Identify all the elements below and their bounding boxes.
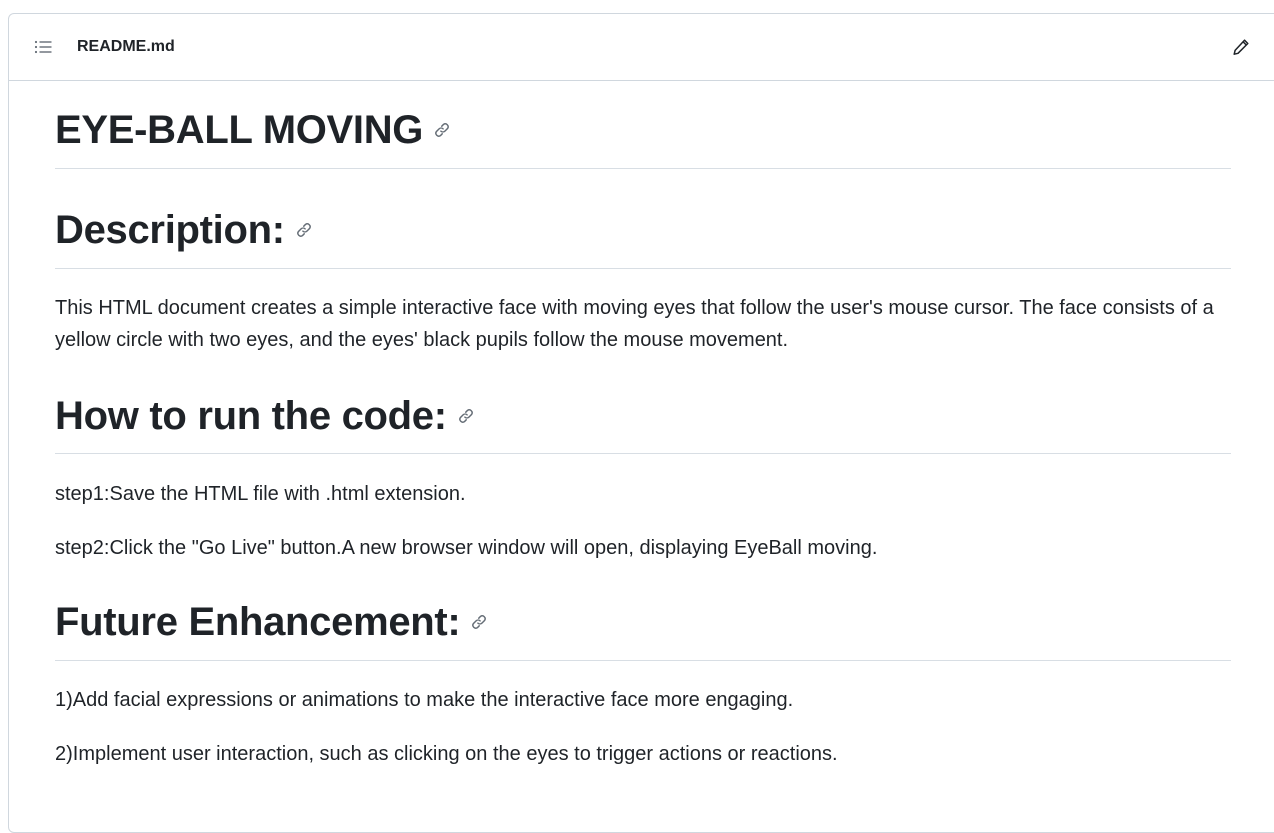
outline-button[interactable] bbox=[31, 35, 55, 59]
title-text: EYE-BALL MOVING bbox=[55, 108, 424, 152]
link-icon bbox=[435, 123, 449, 137]
description-paragraph: This HTML document creates a simple inte… bbox=[55, 297, 1214, 351]
heading-divider bbox=[55, 268, 1231, 269]
pencil-icon bbox=[1233, 39, 1249, 55]
page-title: EYE-BALL MOVING bbox=[55, 106, 451, 154]
file-name: README.md bbox=[77, 38, 175, 55]
description-heading-text: Description: bbox=[55, 208, 285, 252]
link-icon bbox=[458, 409, 473, 423]
readme-header: README.md bbox=[9, 14, 1274, 81]
run-step-2: step2:Click the "Go Live" button.A new b… bbox=[55, 537, 878, 559]
description-heading: Description: bbox=[55, 206, 313, 254]
future-item-2: 2)Implement user interaction, such as cl… bbox=[55, 743, 838, 765]
title-anchor-link[interactable] bbox=[433, 121, 451, 139]
future-item-1: 1)Add facial expressions or animations t… bbox=[55, 689, 794, 711]
heading-divider bbox=[55, 168, 1231, 169]
run-step-1: step1:Save the HTML file with .html exte… bbox=[55, 483, 466, 505]
run-anchor-link[interactable] bbox=[457, 407, 475, 425]
list-outline-icon bbox=[34, 40, 52, 54]
link-icon bbox=[296, 223, 311, 237]
future-heading: Future Enhancement: bbox=[55, 598, 488, 646]
future-anchor-link[interactable] bbox=[470, 613, 488, 631]
readme-panel: README.md EYE-BALL MOVING Description: T… bbox=[8, 13, 1274, 833]
future-heading-text: Future Enhancement: bbox=[55, 600, 461, 644]
heading-divider bbox=[55, 453, 1231, 454]
run-heading: How to run the code: bbox=[55, 392, 475, 440]
run-heading-text: How to run the code: bbox=[55, 394, 447, 438]
description-anchor-link[interactable] bbox=[295, 221, 313, 239]
link-icon bbox=[472, 615, 487, 629]
edit-file-button[interactable] bbox=[1229, 35, 1253, 59]
heading-divider bbox=[55, 660, 1231, 661]
